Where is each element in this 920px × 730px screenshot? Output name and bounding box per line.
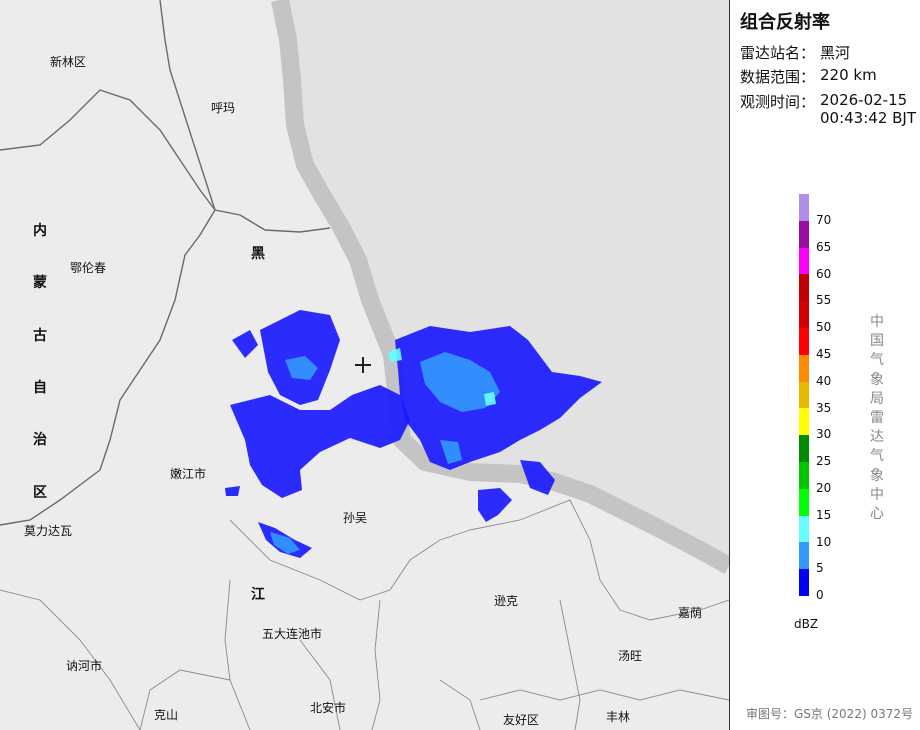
tick-label: 45	[816, 347, 832, 361]
vertical-char: 气	[870, 448, 884, 465]
color-swatch	[799, 515, 809, 543]
vertical-char: 达	[870, 429, 884, 446]
tick-label: 20	[816, 481, 832, 495]
range-label: 数据范围：	[740, 68, 816, 86]
vertical-char: 气	[870, 352, 884, 369]
place-label: 嫩江市	[170, 467, 207, 481]
place-label: 逊克	[494, 594, 519, 608]
place-label: 友好区	[503, 713, 540, 727]
panel-title: 组合反射率	[740, 12, 830, 33]
place-label: 丰林	[606, 710, 631, 724]
range-row: 数据范围： 220 km	[740, 66, 877, 87]
tick-label: 55	[816, 293, 832, 308]
tick-label: 40	[816, 373, 832, 388]
time-row: 观测时间： 2026-02-15 00:43:42 BJT	[740, 91, 916, 127]
tick-label: 35	[816, 400, 832, 415]
info-panel: 组合反射率 雷达站名： 黑河 数据范围： 220 km 观测时间： 2026-02-1…	[729, 0, 920, 730]
color-swatch	[799, 247, 809, 275]
vertical-char: 中	[870, 486, 884, 503]
tick-label: 25	[816, 454, 832, 469]
region-label: 区	[33, 485, 47, 501]
color-swatch	[799, 461, 809, 489]
station-label: 雷达站名：	[740, 44, 816, 62]
vertical-char: 心	[870, 506, 884, 523]
place-label: 克山	[154, 708, 179, 722]
tick-label: 10	[816, 534, 832, 549]
region-label: 自	[33, 380, 47, 396]
color-swatch	[799, 354, 809, 382]
time-date: 2026-02-15	[820, 91, 908, 109]
place-label: 五大连池市	[262, 627, 323, 641]
tick-label: 70	[816, 213, 832, 227]
color-swatch	[799, 435, 809, 462]
radar-station-marker	[355, 357, 371, 373]
place-label: 新林区	[50, 55, 87, 69]
station-row: 雷达站名： 黑河	[740, 42, 850, 63]
region-label: 黑	[251, 246, 265, 262]
vertical-char: 中	[870, 314, 884, 330]
tick-label: 5	[816, 561, 824, 576]
time-clock: 00:43:42 BJT	[820, 109, 917, 127]
color-swatch	[799, 220, 809, 248]
place-label: 嘉荫	[678, 606, 703, 620]
color-swatch	[799, 542, 809, 570]
color-swatch	[799, 194, 809, 221]
dbz-unit: dBZ	[794, 617, 819, 631]
color-swatch	[799, 274, 809, 302]
color-swatch	[799, 301, 809, 328]
region-label: 江	[251, 587, 265, 603]
color-swatch	[799, 488, 809, 516]
map-approval-number: 审图号：GS京 (2022) 0372号	[746, 707, 913, 721]
region-label: 古	[33, 328, 47, 344]
region-label: 治	[33, 432, 47, 448]
tick-label: 50	[816, 320, 832, 335]
color-swatch	[799, 569, 809, 596]
vertical-char: 局	[870, 390, 884, 407]
dbz-color-scale	[799, 194, 809, 596]
color-swatch	[799, 408, 809, 436]
time-label: 观测时间：	[740, 93, 816, 111]
tick-label: 60	[816, 266, 832, 281]
station-value: 黑河	[820, 44, 851, 62]
vertical-char: 象	[870, 467, 884, 484]
vertical-char: 象	[870, 371, 884, 388]
radar-map[interactable]: 新林区 呼玛 鄂伦春 嫩江市 孙吴 莫力达瓦 逊克 五大连池市 嘉荫 讷河市 汤…	[0, 0, 729, 730]
vertical-char: 国	[870, 333, 884, 350]
color-swatch	[799, 327, 809, 355]
place-label: 莫力达瓦	[24, 524, 73, 538]
tick-label: 65	[816, 239, 832, 254]
place-label: 讷河市	[66, 659, 103, 673]
time-value: 2026-02-15 00:43:42 BJT	[820, 91, 916, 127]
range-value: 220 km	[820, 66, 877, 84]
place-label: 呼玛	[211, 101, 236, 115]
tick-label: 30	[816, 427, 832, 442]
place-label: 汤旺	[618, 649, 643, 663]
place-label: 北安市	[310, 701, 347, 715]
region-label: 内	[33, 223, 47, 239]
tick-label: 15	[816, 507, 832, 522]
place-label: 鄂伦春	[70, 261, 107, 275]
place-label: 孙吴	[343, 511, 368, 525]
region-label: 蒙	[33, 275, 47, 291]
agency-vertical-label: 中国气象局雷达气象中心	[870, 313, 884, 524]
vertical-char: 雷	[870, 410, 884, 427]
color-swatch	[799, 381, 809, 409]
tick-label: 0	[816, 588, 824, 603]
